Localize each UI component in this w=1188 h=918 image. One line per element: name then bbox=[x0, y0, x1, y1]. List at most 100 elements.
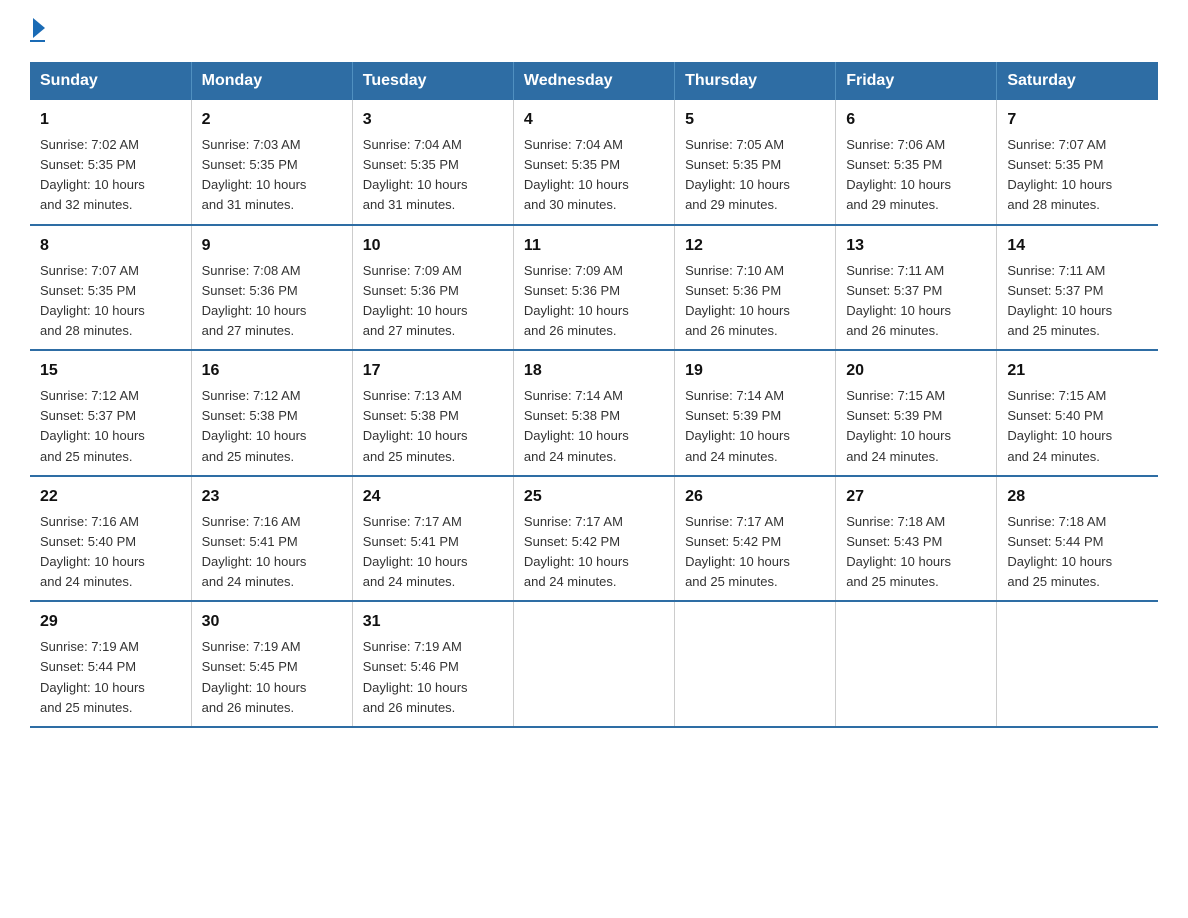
day-info: Sunrise: 7:14 AMSunset: 5:39 PMDaylight:… bbox=[685, 388, 790, 463]
day-number: 1 bbox=[40, 108, 181, 132]
day-info: Sunrise: 7:07 AMSunset: 5:35 PMDaylight:… bbox=[1007, 137, 1112, 212]
day-info: Sunrise: 7:03 AMSunset: 5:35 PMDaylight:… bbox=[202, 137, 307, 212]
calendar-header-row: SundayMondayTuesdayWednesdayThursdayFrid… bbox=[30, 62, 1158, 100]
day-number: 4 bbox=[524, 108, 664, 132]
column-header-sunday: Sunday bbox=[30, 62, 191, 100]
calendar-week-row: 8Sunrise: 7:07 AMSunset: 5:35 PMDaylight… bbox=[30, 225, 1158, 351]
day-number: 27 bbox=[846, 485, 986, 509]
calendar-cell: 3Sunrise: 7:04 AMSunset: 5:35 PMDaylight… bbox=[352, 100, 513, 225]
day-info: Sunrise: 7:19 AMSunset: 5:45 PMDaylight:… bbox=[202, 639, 307, 714]
day-number: 22 bbox=[40, 485, 181, 509]
day-info: Sunrise: 7:17 AMSunset: 5:41 PMDaylight:… bbox=[363, 514, 468, 589]
day-info: Sunrise: 7:12 AMSunset: 5:38 PMDaylight:… bbox=[202, 388, 307, 463]
calendar-cell: 19Sunrise: 7:14 AMSunset: 5:39 PMDayligh… bbox=[675, 350, 836, 476]
day-number: 6 bbox=[846, 108, 986, 132]
calendar-cell: 20 Sunrise: 7:15 AMSunset: 5:39 PMDayligh… bbox=[836, 350, 997, 476]
calendar-week-row: 15 Sunrise: 7:12 AMSunset: 5:37 PMDayligh… bbox=[30, 350, 1158, 476]
day-number: 2 bbox=[202, 108, 342, 132]
day-info: Sunrise: 7:09 AMSunset: 5:36 PMDaylight:… bbox=[363, 263, 468, 338]
calendar-cell: 5Sunrise: 7:05 AMSunset: 5:35 PMDaylight… bbox=[675, 100, 836, 225]
day-info: Sunrise: 7:19 AMSunset: 5:46 PMDaylight:… bbox=[363, 639, 468, 714]
calendar-cell: 4 Sunrise: 7:04 AMSunset: 5:35 PMDaylight… bbox=[513, 100, 674, 225]
day-number: 8 bbox=[40, 234, 181, 258]
day-info: Sunrise: 7:09 AMSunset: 5:36 PMDaylight:… bbox=[524, 263, 629, 338]
calendar-cell: 6 Sunrise: 7:06 AMSunset: 5:35 PMDaylight… bbox=[836, 100, 997, 225]
calendar-cell: 10 Sunrise: 7:09 AMSunset: 5:36 PMDayligh… bbox=[352, 225, 513, 351]
day-info: Sunrise: 7:15 AMSunset: 5:40 PMDaylight:… bbox=[1007, 388, 1112, 463]
day-number: 9 bbox=[202, 234, 342, 258]
day-info: Sunrise: 7:08 AMSunset: 5:36 PMDaylight:… bbox=[202, 263, 307, 338]
calendar-cell: 11 Sunrise: 7:09 AMSunset: 5:36 PMDayligh… bbox=[513, 225, 674, 351]
calendar-cell: 14 Sunrise: 7:11 AMSunset: 5:37 PMDayligh… bbox=[997, 225, 1158, 351]
day-info: Sunrise: 7:04 AMSunset: 5:35 PMDaylight:… bbox=[524, 137, 629, 212]
day-info: Sunrise: 7:17 AMSunset: 5:42 PMDaylight:… bbox=[524, 514, 629, 589]
day-info: Sunrise: 7:12 AMSunset: 5:37 PMDaylight:… bbox=[40, 388, 145, 463]
day-number: 14 bbox=[1007, 234, 1148, 258]
day-number: 26 bbox=[685, 485, 825, 509]
calendar-cell: 16 Sunrise: 7:12 AMSunset: 5:38 PMDayligh… bbox=[191, 350, 352, 476]
logo-text bbox=[30, 20, 45, 38]
calendar-cell bbox=[513, 601, 674, 727]
calendar-cell: 30 Sunrise: 7:19 AMSunset: 5:45 PMDayligh… bbox=[191, 601, 352, 727]
calendar-cell: 25Sunrise: 7:17 AMSunset: 5:42 PMDayligh… bbox=[513, 476, 674, 602]
calendar-cell bbox=[997, 601, 1158, 727]
calendar-cell: 31 Sunrise: 7:19 AMSunset: 5:46 PMDayligh… bbox=[352, 601, 513, 727]
day-number: 29 bbox=[40, 610, 181, 634]
day-number: 30 bbox=[202, 610, 342, 634]
column-header-saturday: Saturday bbox=[997, 62, 1158, 100]
day-info: Sunrise: 7:04 AMSunset: 5:35 PMDaylight:… bbox=[363, 137, 468, 212]
day-number: 7 bbox=[1007, 108, 1148, 132]
calendar-cell: 1 Sunrise: 7:02 AMSunset: 5:35 PMDaylight… bbox=[30, 100, 191, 225]
day-number: 15 bbox=[40, 359, 181, 383]
day-number: 18 bbox=[524, 359, 664, 383]
calendar-week-row: 1 Sunrise: 7:02 AMSunset: 5:35 PMDaylight… bbox=[30, 100, 1158, 225]
day-number: 10 bbox=[363, 234, 503, 258]
day-info: Sunrise: 7:18 AMSunset: 5:44 PMDaylight:… bbox=[1007, 514, 1112, 589]
calendar-cell: 13 Sunrise: 7:11 AMSunset: 5:37 PMDayligh… bbox=[836, 225, 997, 351]
day-number: 13 bbox=[846, 234, 986, 258]
calendar-cell: 7 Sunrise: 7:07 AMSunset: 5:35 PMDaylight… bbox=[997, 100, 1158, 225]
calendar-week-row: 22 Sunrise: 7:16 AMSunset: 5:40 PMDayligh… bbox=[30, 476, 1158, 602]
calendar-cell: 28Sunrise: 7:18 AMSunset: 5:44 PMDayligh… bbox=[997, 476, 1158, 602]
day-info: Sunrise: 7:06 AMSunset: 5:35 PMDaylight:… bbox=[846, 137, 951, 212]
calendar-cell: 24 Sunrise: 7:17 AMSunset: 5:41 PMDayligh… bbox=[352, 476, 513, 602]
day-number: 20 bbox=[846, 359, 986, 383]
day-info: Sunrise: 7:16 AMSunset: 5:40 PMDaylight:… bbox=[40, 514, 145, 589]
calendar-cell: 29Sunrise: 7:19 AMSunset: 5:44 PMDayligh… bbox=[30, 601, 191, 727]
day-info: Sunrise: 7:15 AMSunset: 5:39 PMDaylight:… bbox=[846, 388, 951, 463]
calendar-cell bbox=[675, 601, 836, 727]
day-info: Sunrise: 7:11 AMSunset: 5:37 PMDaylight:… bbox=[1007, 263, 1112, 338]
day-info: Sunrise: 7:02 AMSunset: 5:35 PMDaylight:… bbox=[40, 137, 145, 212]
day-info: Sunrise: 7:10 AMSunset: 5:36 PMDaylight:… bbox=[685, 263, 790, 338]
column-header-monday: Monday bbox=[191, 62, 352, 100]
day-info: Sunrise: 7:14 AMSunset: 5:38 PMDaylight:… bbox=[524, 388, 629, 463]
calendar-cell: 8Sunrise: 7:07 AMSunset: 5:35 PMDaylight… bbox=[30, 225, 191, 351]
day-number: 17 bbox=[363, 359, 503, 383]
logo-blue-part bbox=[30, 20, 45, 38]
calendar-cell: 22 Sunrise: 7:16 AMSunset: 5:40 PMDayligh… bbox=[30, 476, 191, 602]
column-header-friday: Friday bbox=[836, 62, 997, 100]
calendar-cell: 17 Sunrise: 7:13 AMSunset: 5:38 PMDayligh… bbox=[352, 350, 513, 476]
page-header bbox=[30, 20, 1158, 42]
calendar-cell: 23 Sunrise: 7:16 AMSunset: 5:41 PMDayligh… bbox=[191, 476, 352, 602]
day-number: 12 bbox=[685, 234, 825, 258]
calendar-week-row: 29Sunrise: 7:19 AMSunset: 5:44 PMDayligh… bbox=[30, 601, 1158, 727]
day-number: 24 bbox=[363, 485, 503, 509]
day-number: 31 bbox=[363, 610, 503, 634]
calendar-cell: 18 Sunrise: 7:14 AMSunset: 5:38 PMDayligh… bbox=[513, 350, 674, 476]
day-info: Sunrise: 7:11 AMSunset: 5:37 PMDaylight:… bbox=[846, 263, 951, 338]
day-info: Sunrise: 7:16 AMSunset: 5:41 PMDaylight:… bbox=[202, 514, 307, 589]
day-info: Sunrise: 7:17 AMSunset: 5:42 PMDaylight:… bbox=[685, 514, 790, 589]
calendar-cell: 27 Sunrise: 7:18 AMSunset: 5:43 PMDayligh… bbox=[836, 476, 997, 602]
day-number: 16 bbox=[202, 359, 342, 383]
column-header-wednesday: Wednesday bbox=[513, 62, 674, 100]
day-number: 23 bbox=[202, 485, 342, 509]
column-header-thursday: Thursday bbox=[675, 62, 836, 100]
day-info: Sunrise: 7:05 AMSunset: 5:35 PMDaylight:… bbox=[685, 137, 790, 212]
day-info: Sunrise: 7:18 AMSunset: 5:43 PMDaylight:… bbox=[846, 514, 951, 589]
calendar-cell: 21Sunrise: 7:15 AMSunset: 5:40 PMDayligh… bbox=[997, 350, 1158, 476]
day-number: 11 bbox=[524, 234, 664, 258]
day-info: Sunrise: 7:13 AMSunset: 5:38 PMDaylight:… bbox=[363, 388, 468, 463]
calendar-table: SundayMondayTuesdayWednesdayThursdayFrid… bbox=[30, 62, 1158, 728]
calendar-cell bbox=[836, 601, 997, 727]
